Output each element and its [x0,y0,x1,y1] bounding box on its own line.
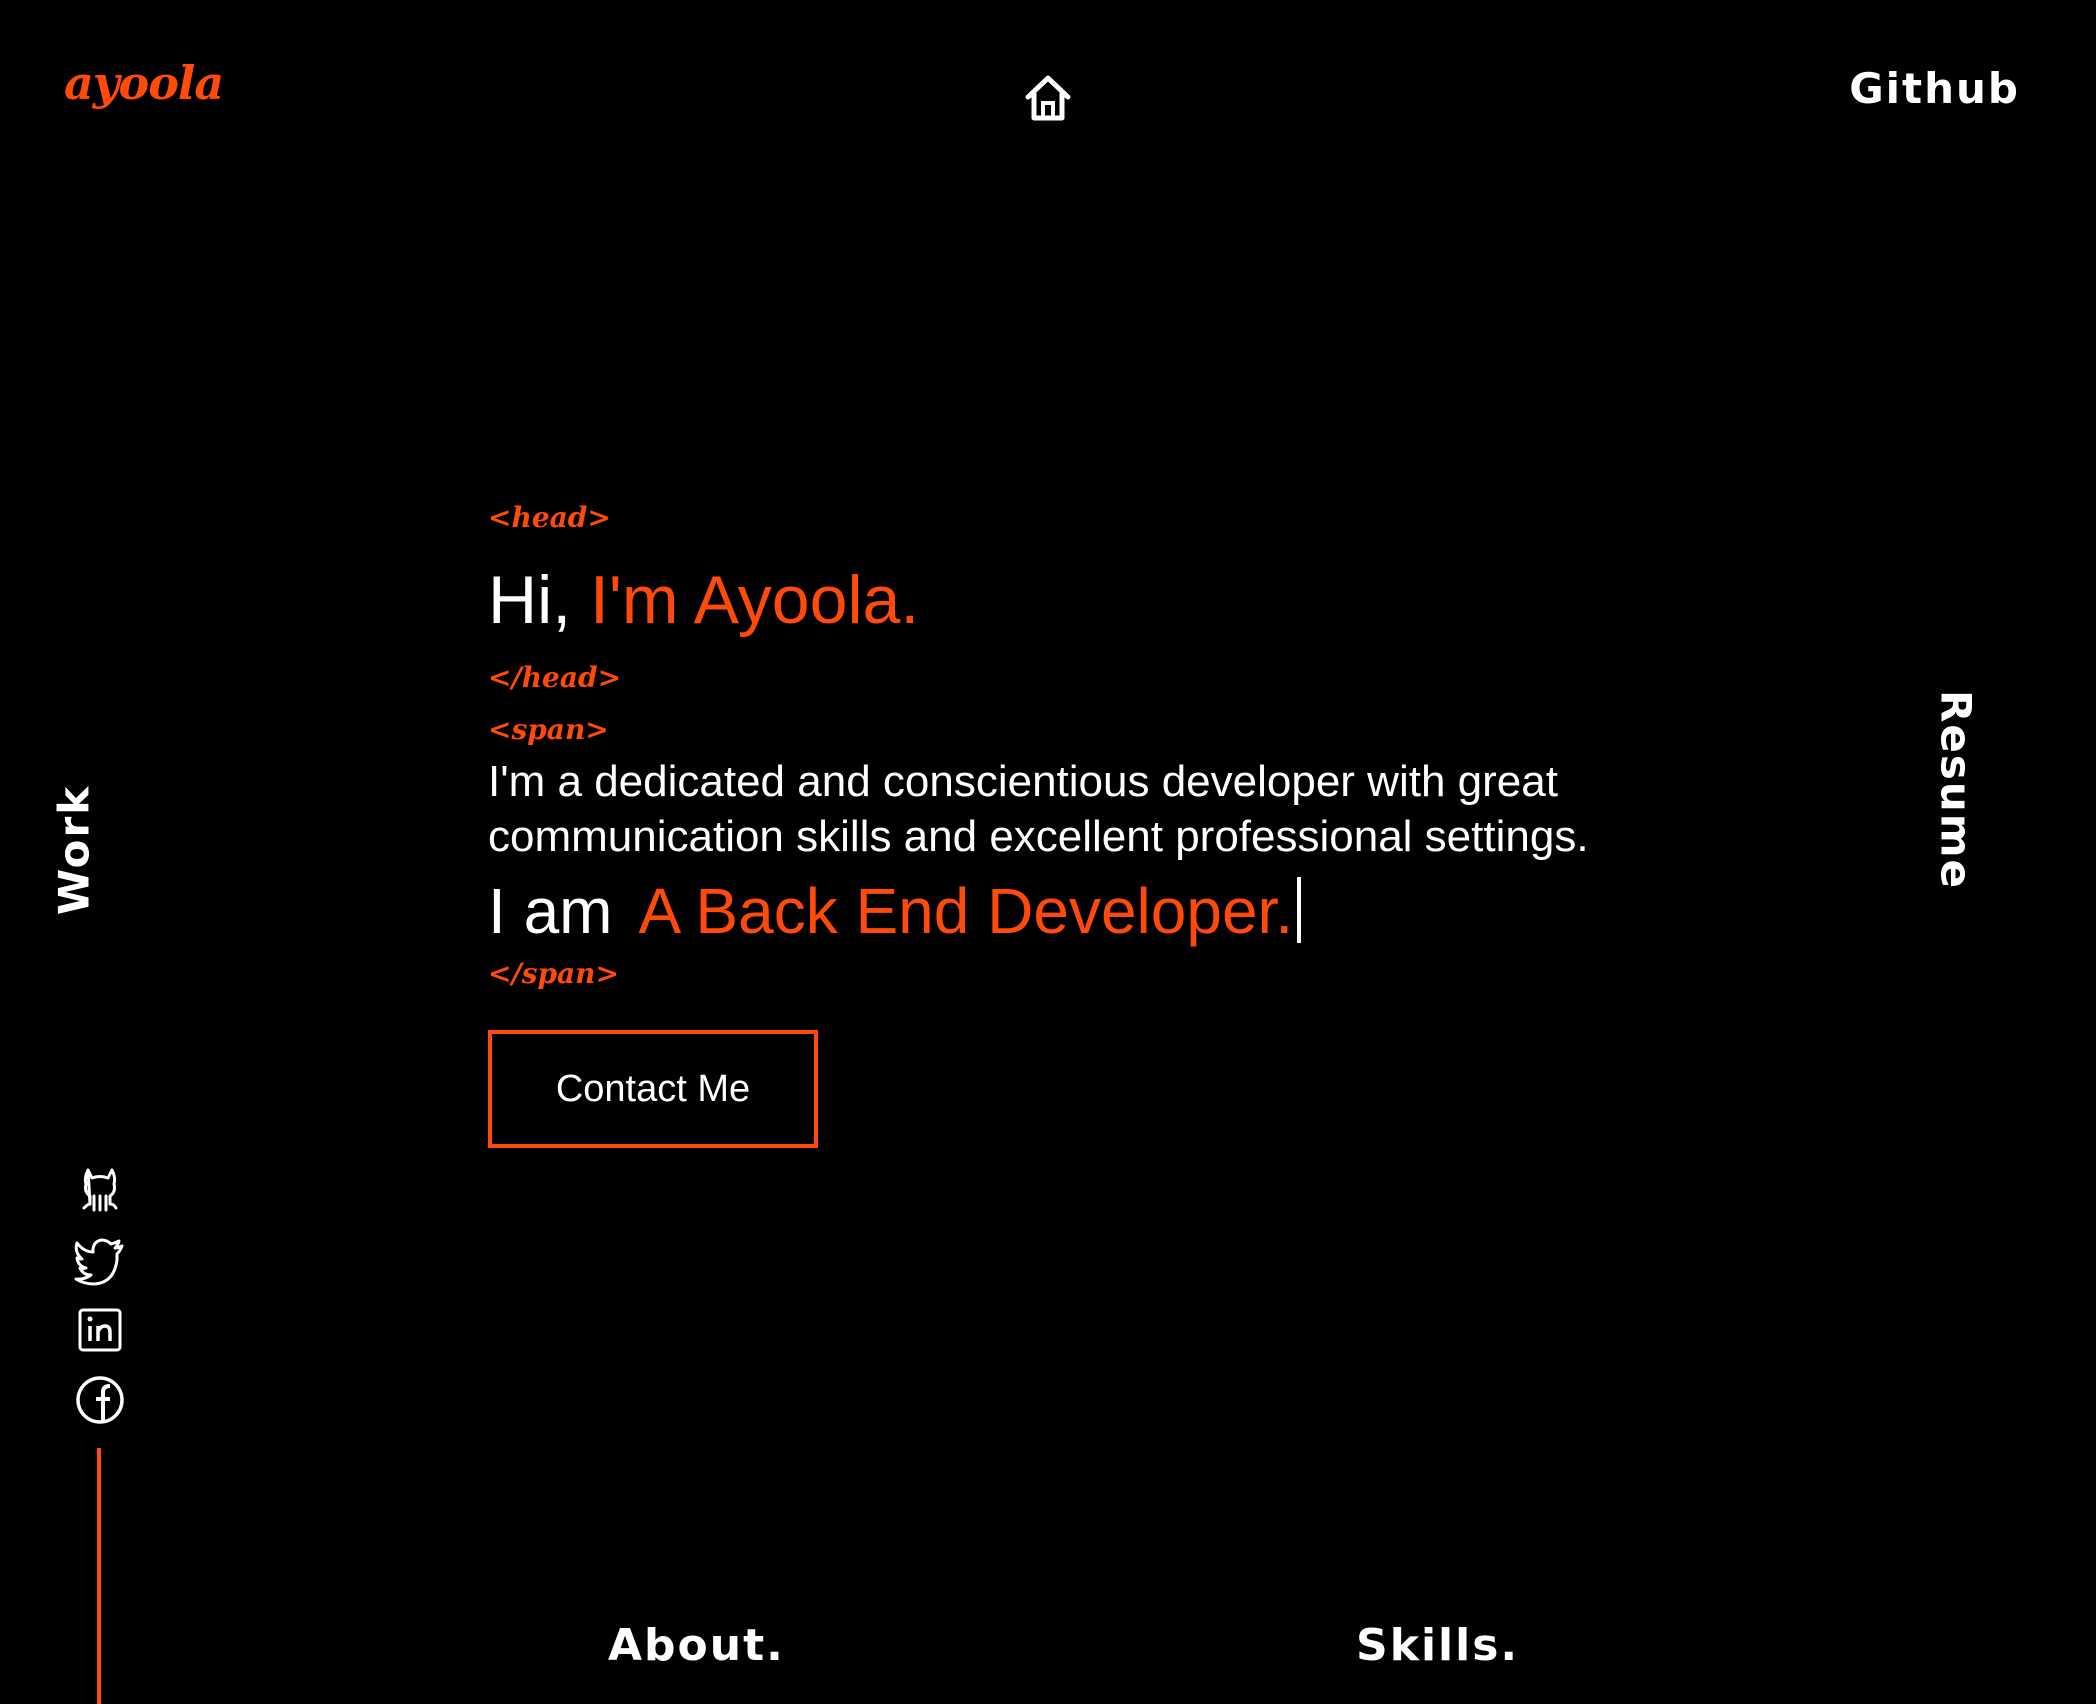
logo[interactable]: ayoola [64,56,224,110]
role-prefix: I am [488,875,613,947]
role-typed-text: A Back End Developer. [638,875,1294,947]
github-icon[interactable] [70,1160,130,1220]
resume-nav-link[interactable]: Resume [1932,690,1981,890]
linkedin-icon[interactable] [70,1300,130,1360]
about-nav-link[interactable]: About. [608,1620,785,1671]
github-nav-link[interactable]: Github [1849,64,2020,113]
home-icon[interactable] [1020,70,1076,126]
greeting-prefix: Hi, [488,562,572,638]
social-links [70,1160,130,1440]
work-nav-link[interactable]: Work [50,785,99,915]
twitter-icon[interactable] [70,1230,130,1290]
span-close-tag: </span> [488,957,619,990]
social-divider-line [97,1448,101,1704]
contact-me-button[interactable]: Contact Me [488,1030,818,1148]
span-open-tag: <span> [488,713,609,746]
role-line: I am A Back End Developer. [488,868,1668,954]
greeting-name: I'm Ayoola. [590,562,920,638]
hero-greeting: Hi, I'm Ayoola. [488,552,1668,648]
hero-section: <head> Hi, I'm Ayoola. </head> <span> I'… [488,498,1668,1148]
hero-bio: I'm a dedicated and conscientious develo… [488,757,1589,861]
head-open-tag: <head> [488,501,611,534]
facebook-icon[interactable] [70,1370,130,1430]
typing-cursor [1297,877,1302,943]
head-close-tag: </head> [488,661,622,694]
skills-nav-link[interactable]: Skills. [1356,1620,1519,1671]
